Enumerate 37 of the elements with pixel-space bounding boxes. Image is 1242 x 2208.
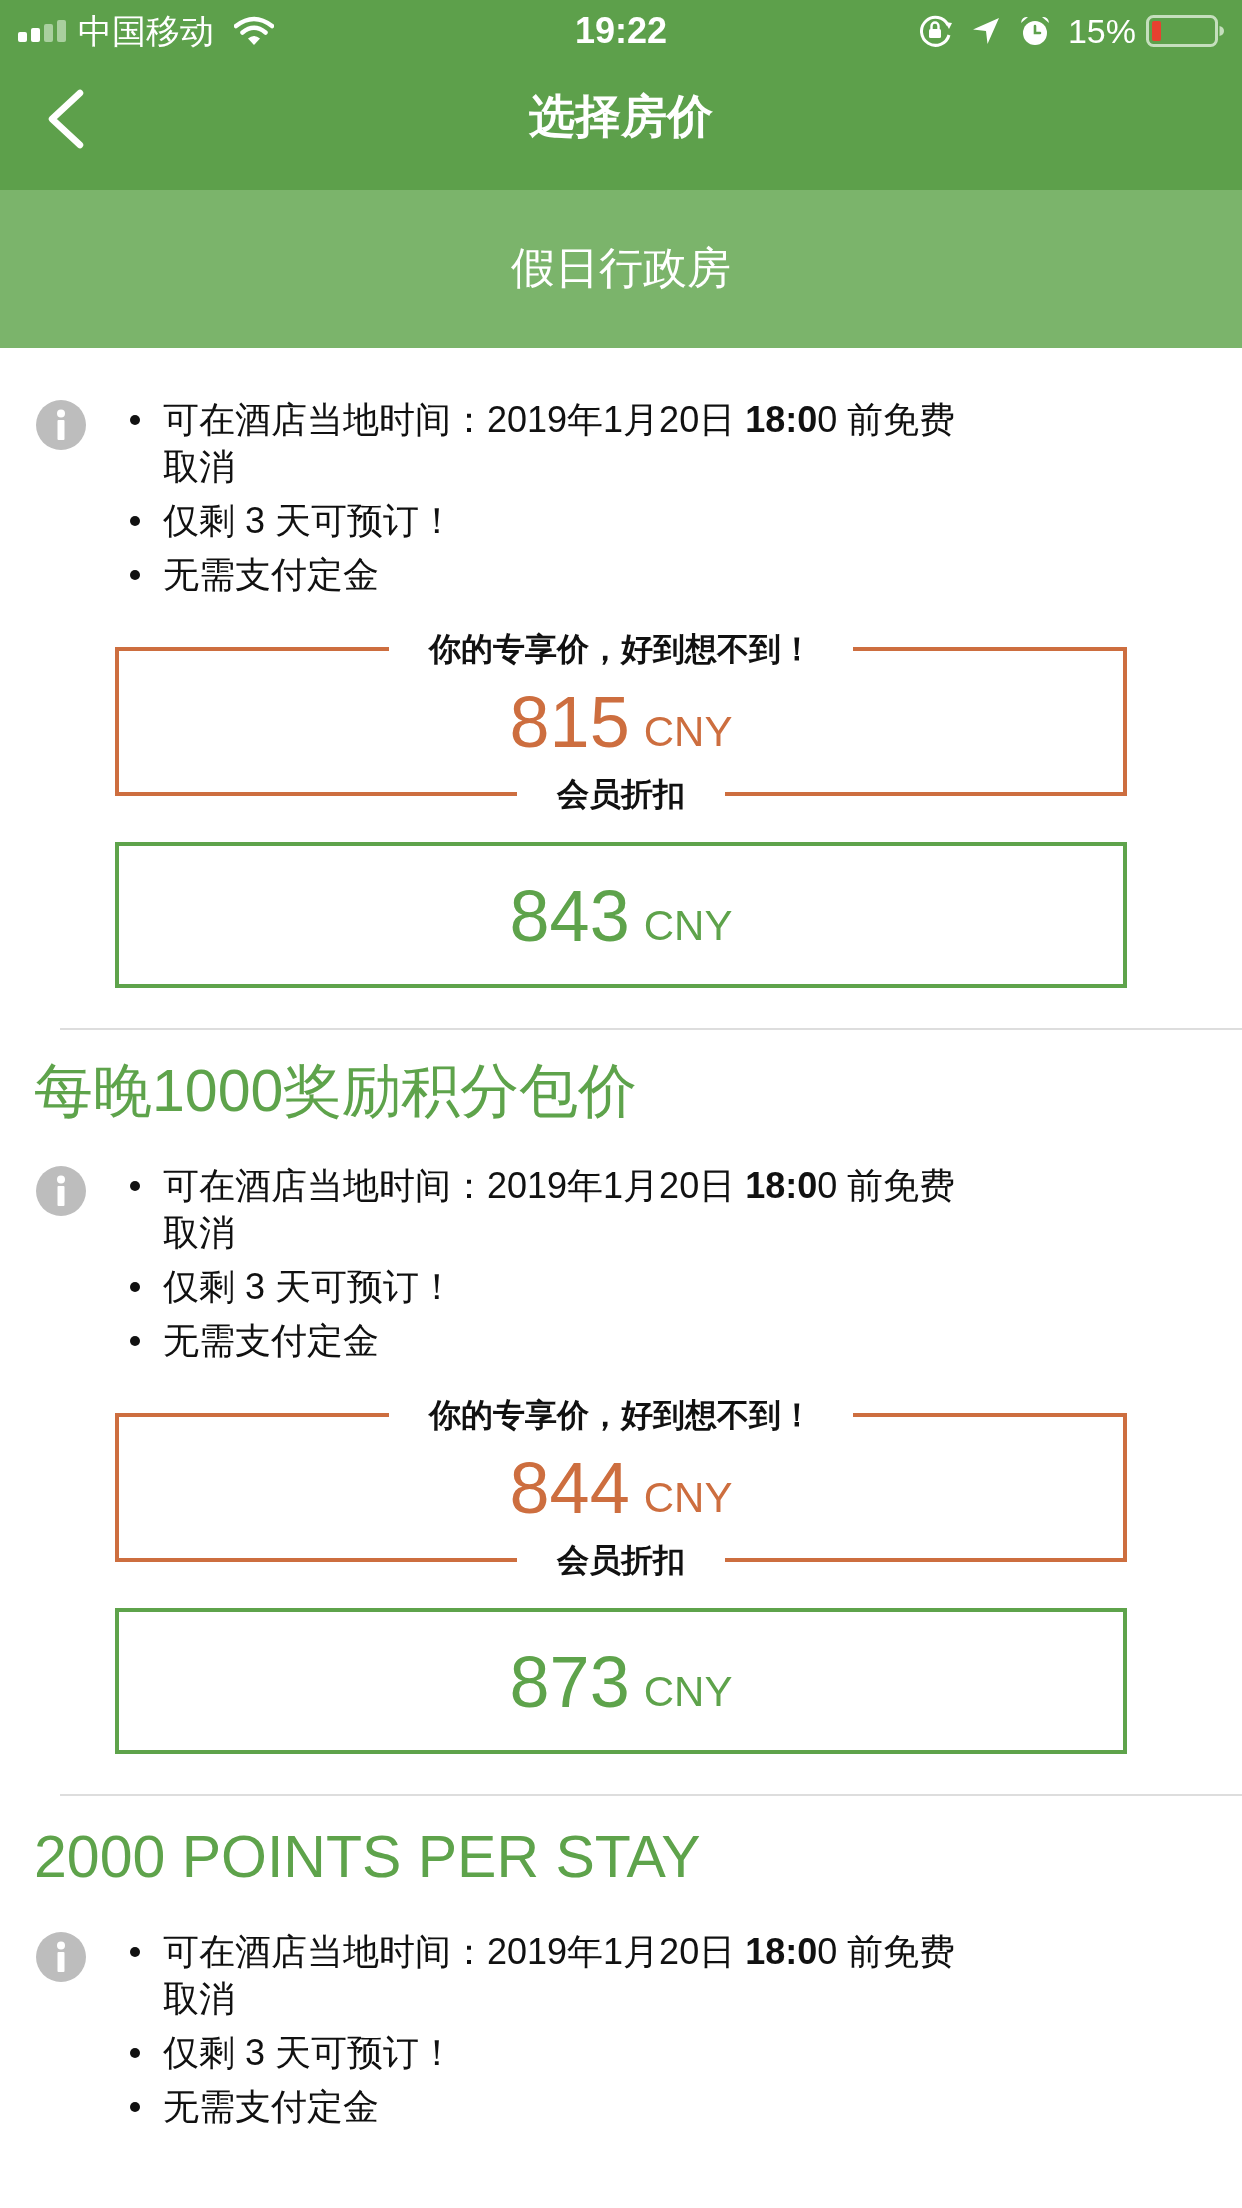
battery-icon — [1146, 15, 1224, 47]
member-rate-button[interactable]: 你的专享价，好到想不到！ 815 CNY 会员折扣 — [115, 627, 1127, 816]
condition-text: 无需支付定金 — [163, 553, 380, 597]
status-time: 19:22 — [574, 11, 668, 51]
bullet-icon — [130, 2102, 140, 2112]
info-icon[interactable] — [36, 400, 86, 450]
member-rate-button[interactable]: 你的专享价，好到想不到！ 844 CNY 会员折扣 — [115, 1393, 1127, 1582]
bullet-icon — [130, 2048, 140, 2058]
alarm-clock-icon — [1019, 16, 1050, 46]
carrier-name: 中国移动 — [78, 11, 214, 51]
rate-title: 2000 POINTS PER STAY — [34, 1824, 701, 1890]
bullet-icon — [130, 1336, 140, 1346]
condition-text: 可在酒店当地时间：2019年1月20日 18:00 前免费取消 — [163, 1930, 957, 2021]
location-arrow-icon — [971, 17, 1000, 45]
info-icon[interactable] — [36, 1166, 86, 1216]
bullet-icon — [130, 1947, 140, 1957]
info-icon[interactable] — [36, 1932, 86, 1982]
bullet-icon — [130, 516, 140, 526]
bullet-icon — [130, 415, 140, 425]
condition-text: 仅剩 3 天可预订！ — [163, 1265, 457, 1309]
rate-title: 每晚1000奖励积分包价 — [34, 1058, 638, 1124]
room-name: 假日行政房 — [511, 242, 731, 294]
condition-text: 无需支付定金 — [163, 1319, 380, 1363]
signal-icon — [18, 20, 66, 42]
bullet-icon — [130, 1181, 140, 1191]
condition-text: 可在酒店当地时间：2019年1月20日 18:00 前免费取消 — [163, 1164, 957, 1255]
bullet-icon — [130, 1282, 140, 1292]
condition-text: 无需支付定金 — [163, 2085, 380, 2129]
wifi-icon — [234, 16, 274, 46]
condition-text: 可在酒店当地时间：2019年1月20日 18:00 前免费取消 — [163, 398, 957, 489]
battery-percent: 15% — [1067, 11, 1136, 51]
rotation-lock-icon — [917, 14, 954, 48]
page-title: 选择房价 — [529, 89, 713, 144]
condition-text: 仅剩 3 天可预订！ — [163, 2031, 457, 2075]
chevron-left-icon — [46, 89, 84, 149]
bullet-icon — [130, 570, 140, 580]
condition-text: 仅剩 3 天可预订！ — [163, 499, 457, 543]
